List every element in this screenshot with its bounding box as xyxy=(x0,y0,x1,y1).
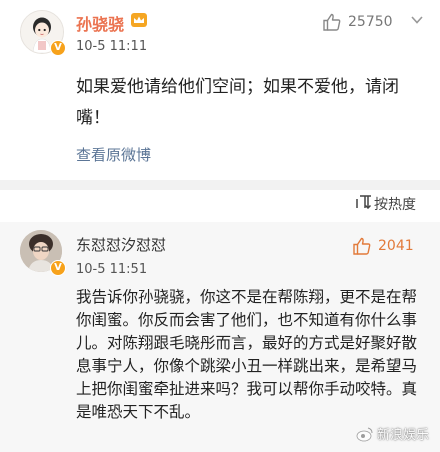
comment-content: 我告诉你孙骁骁，你这不是在帮陈翔，更不是在帮你闺蜜。你反而会害了他们，也不知道有… xyxy=(76,288,418,421)
sina-logo-icon xyxy=(356,427,373,441)
sort-label: 按热度 xyxy=(374,197,416,213)
post-content: 如果爱他请给他们空间；如果不爱他，请闭嘴！ xyxy=(76,77,399,128)
comment-item: V 东怼怼汐怼怼 10-5 11:51 2041 我告诉你孙骁骁，你这不是在帮陈… xyxy=(0,222,440,452)
watermark: 新浪娱乐 xyxy=(356,424,429,443)
comment-time: 10-5 11:51 xyxy=(76,262,148,277)
comment-like-count: 2041 xyxy=(378,238,414,254)
watermark-text: 新浪娱乐 xyxy=(377,428,430,443)
original-post: V 孙骁骁 10-5 11:11 25750 如果爱他请给他们空间；如果不爱他，… xyxy=(0,0,440,180)
verified-badge-icon: V xyxy=(50,40,66,56)
post-time: 10-5 11:11 xyxy=(76,39,148,54)
sort-by-popularity-button[interactable]: 按热度 xyxy=(356,194,416,214)
thumbs-up-icon xyxy=(323,13,341,31)
thumbs-up-icon xyxy=(353,237,371,255)
post-like-button[interactable]: 25750 xyxy=(322,12,393,32)
post-like-count: 25750 xyxy=(348,14,393,30)
verified-badge-icon: V xyxy=(50,260,66,276)
chevron-down-icon[interactable] xyxy=(410,14,424,26)
comment-author-name[interactable]: 东怼怼汐怼怼 xyxy=(76,234,166,255)
section-divider xyxy=(0,180,440,190)
comment-like-button[interactable]: 2041 xyxy=(352,236,414,256)
post-author-name[interactable]: 孙骁骁 xyxy=(76,11,124,35)
sort-icon xyxy=(356,195,372,213)
view-original-link[interactable]: 查看原微博 xyxy=(76,144,151,165)
crown-vip-icon xyxy=(131,13,147,27)
